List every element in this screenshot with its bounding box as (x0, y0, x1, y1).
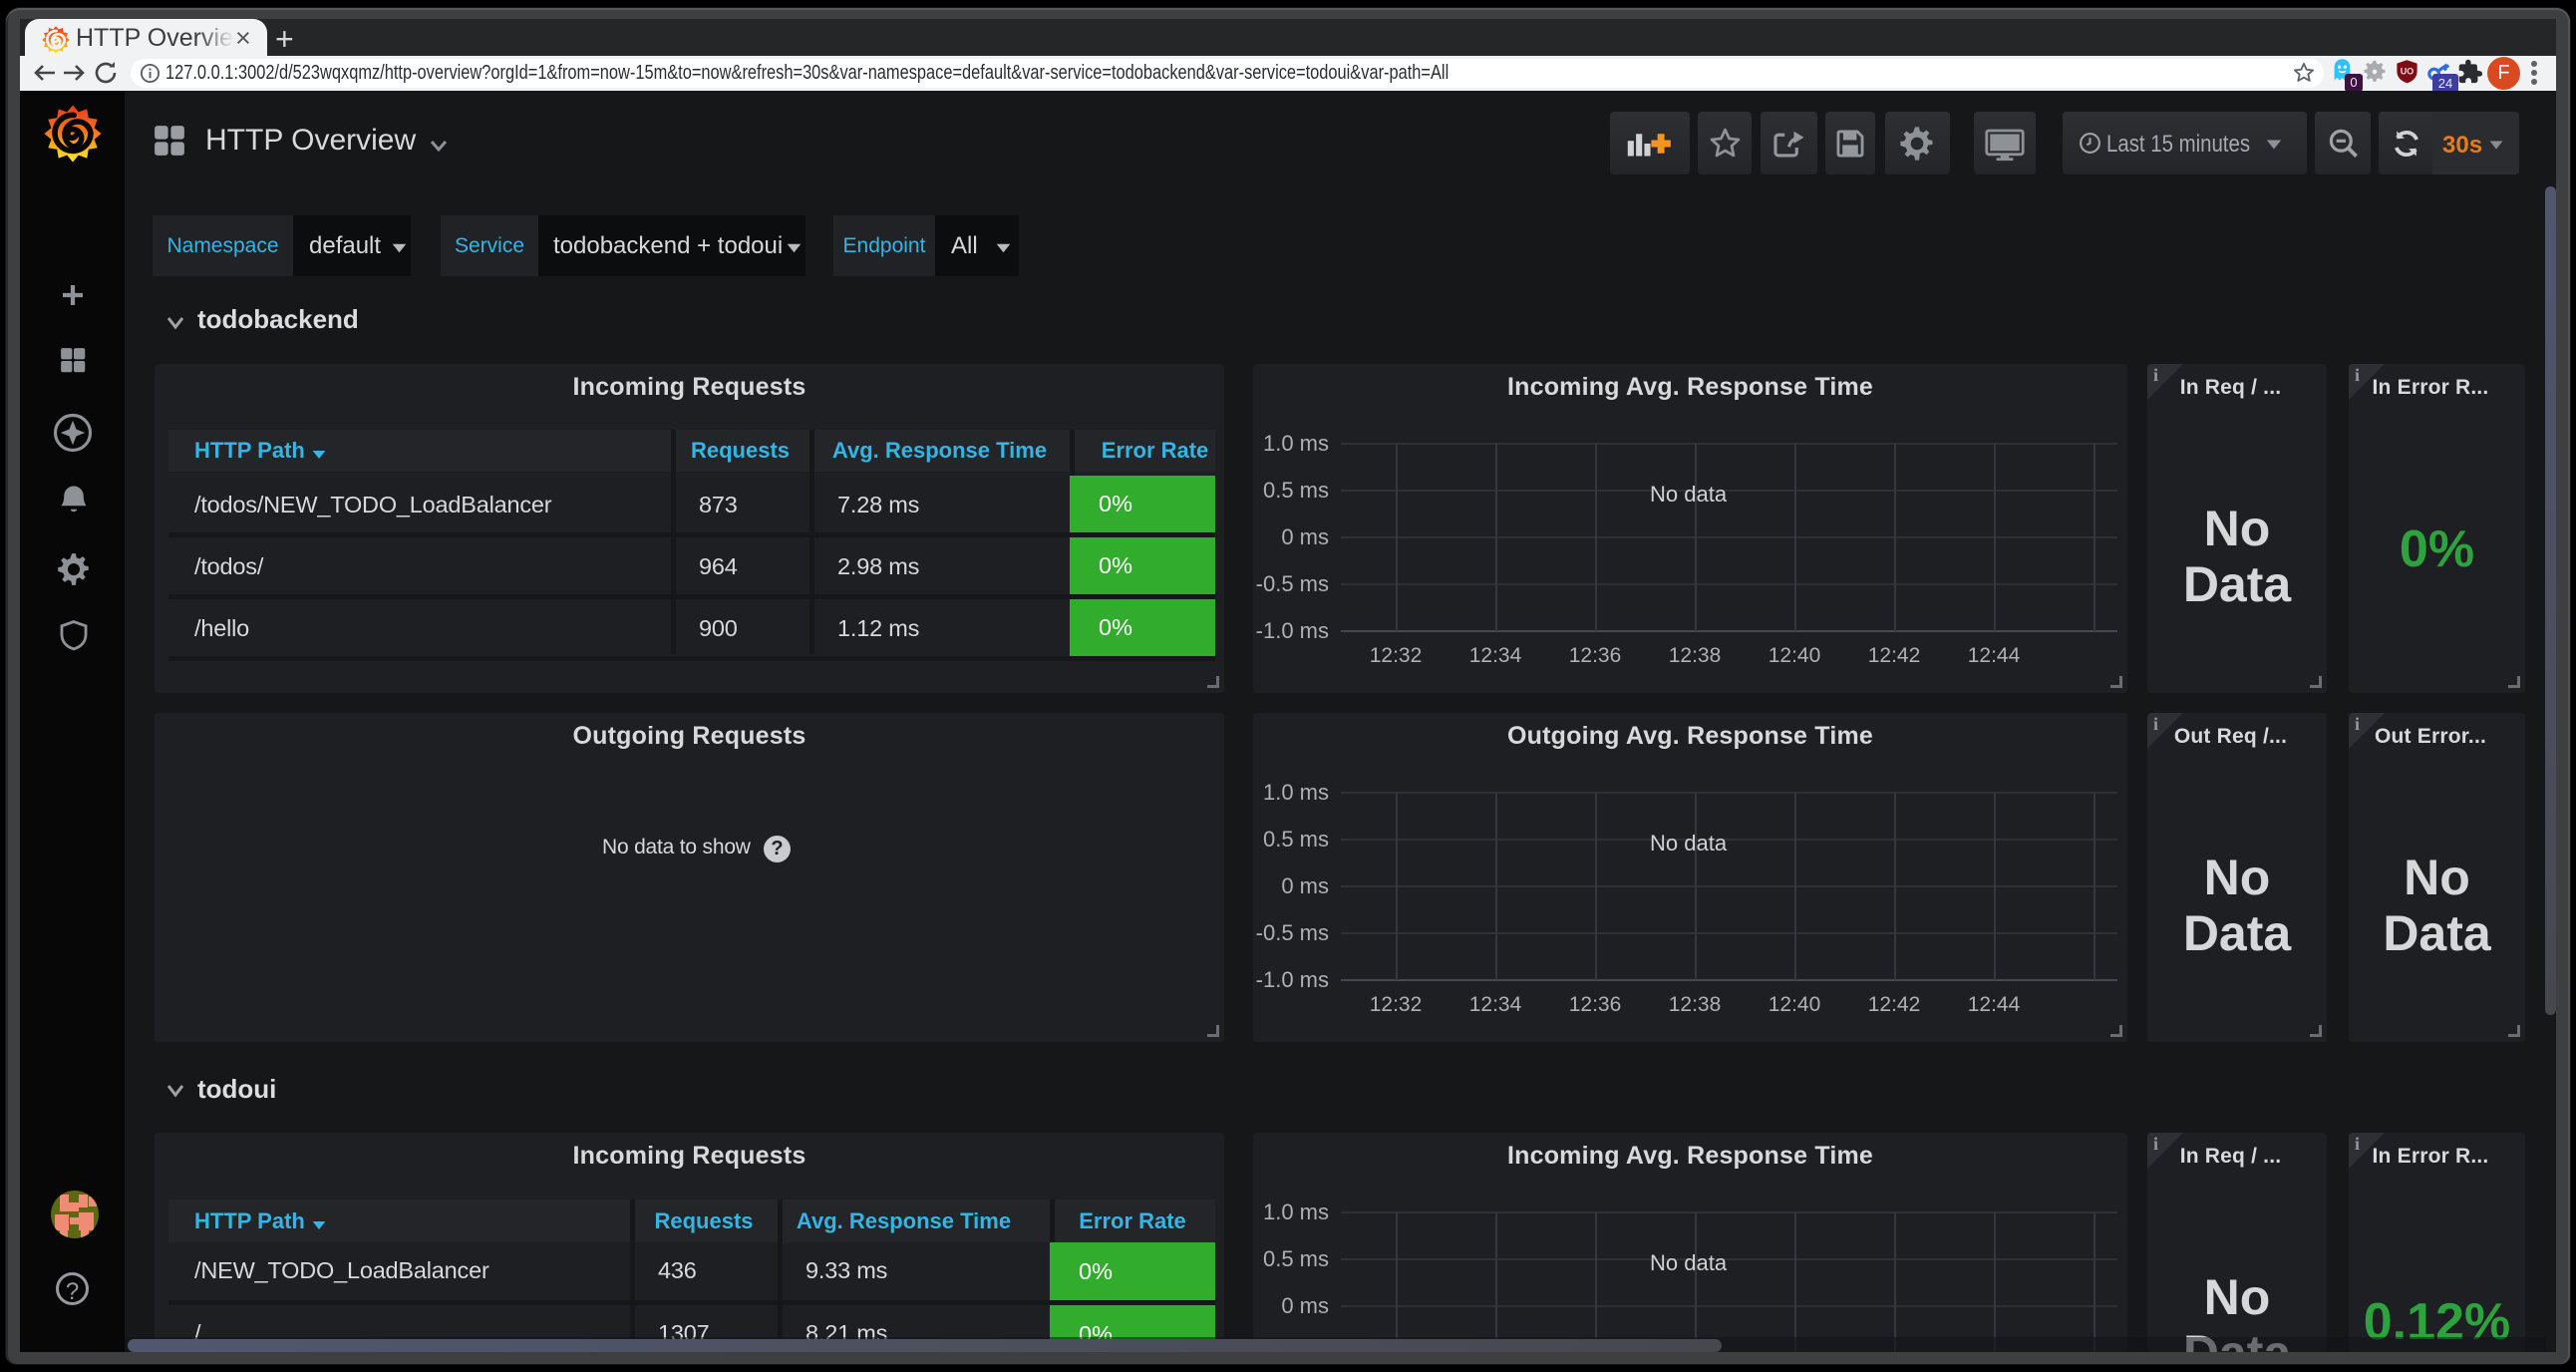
svg-text:UO: UO (2401, 67, 2415, 77)
